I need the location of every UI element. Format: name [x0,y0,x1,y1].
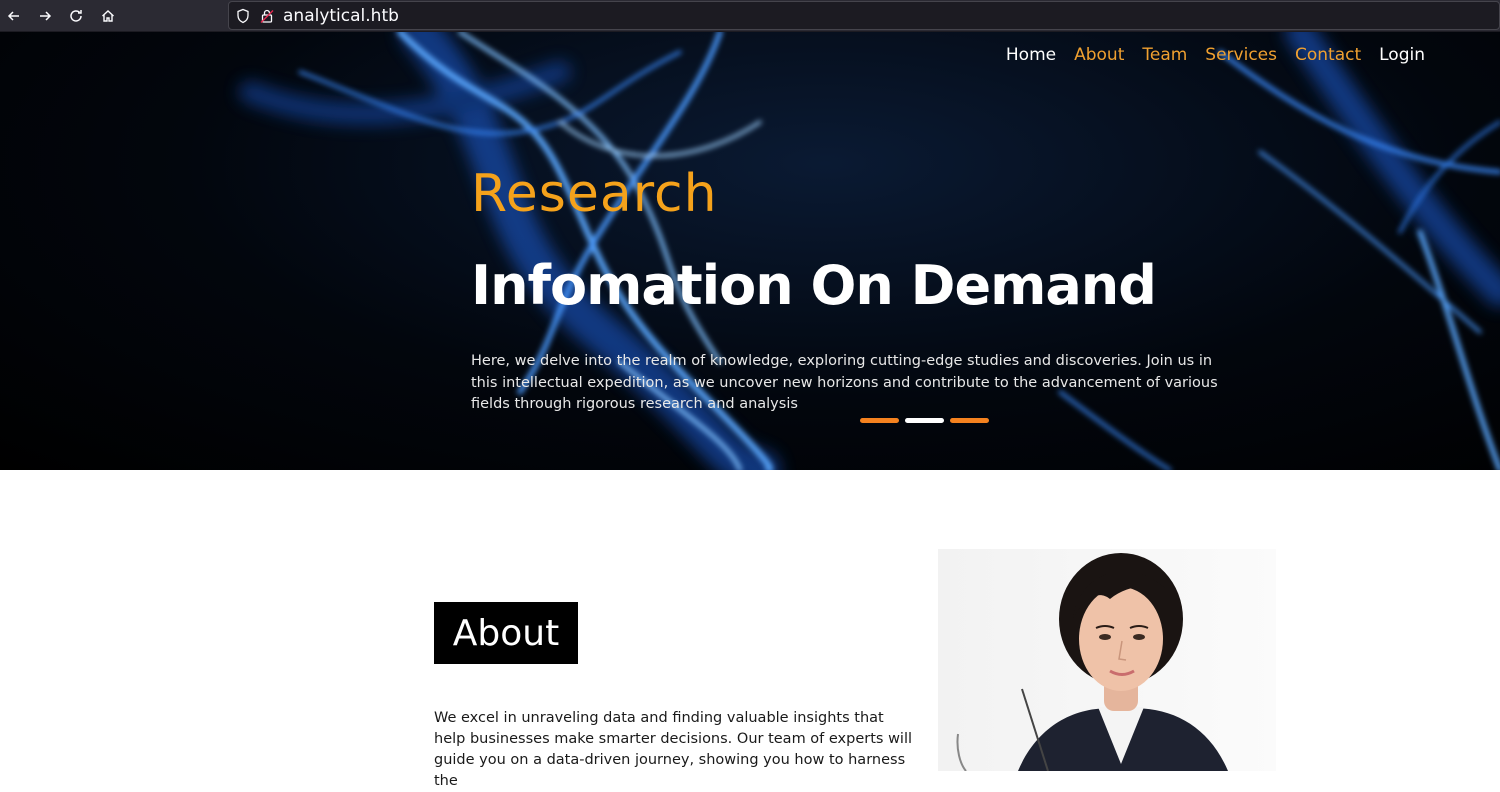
back-arrow-icon [7,11,19,21]
forward-arrow-icon [40,11,52,21]
hero-section: Home About Team Services Contact Login R… [0,32,1500,470]
nav-team-link[interactable]: Team [1142,45,1187,65]
about-heading: About [452,612,560,654]
hero-subtitle: Research [471,164,718,224]
about-heading-box: About [434,602,578,664]
slider-indicator-1[interactable] [860,418,899,423]
nav-contact-link[interactable]: Contact [1295,45,1361,65]
about-portrait-image [938,549,1276,771]
nav-home-link[interactable]: Home [1006,45,1056,65]
address-bar[interactable]: analytical.htb [228,1,1500,30]
forward-button[interactable] [33,4,57,28]
lock-icon[interactable] [259,8,275,24]
slider-indicator-3[interactable] [950,418,989,423]
nav-login-link[interactable]: Login [1379,45,1425,65]
nav-services-link[interactable]: Services [1205,45,1277,65]
hero-title: Infomation On Demand [471,254,1157,317]
home-button[interactable] [96,4,120,28]
woman-portrait-illustration [956,553,1228,771]
home-icon [102,10,114,22]
shield-icon[interactable] [235,8,251,24]
slider-indicators [860,418,989,423]
reload-icon [70,10,82,22]
slider-indicator-2-active[interactable] [905,418,944,423]
hero-description: Here, we delve into the realm of knowled… [471,353,1218,412]
main-navigation: Home About Team Services Contact Login [1006,45,1425,65]
url-text: analytical.htb [283,6,399,26]
about-description: We excel in unraveling data and finding … [434,710,913,789]
back-button[interactable] [2,4,26,28]
browser-toolbar: analytical.htb [0,0,1500,32]
nav-about-link[interactable]: About [1074,45,1124,65]
reload-button[interactable] [64,4,88,28]
